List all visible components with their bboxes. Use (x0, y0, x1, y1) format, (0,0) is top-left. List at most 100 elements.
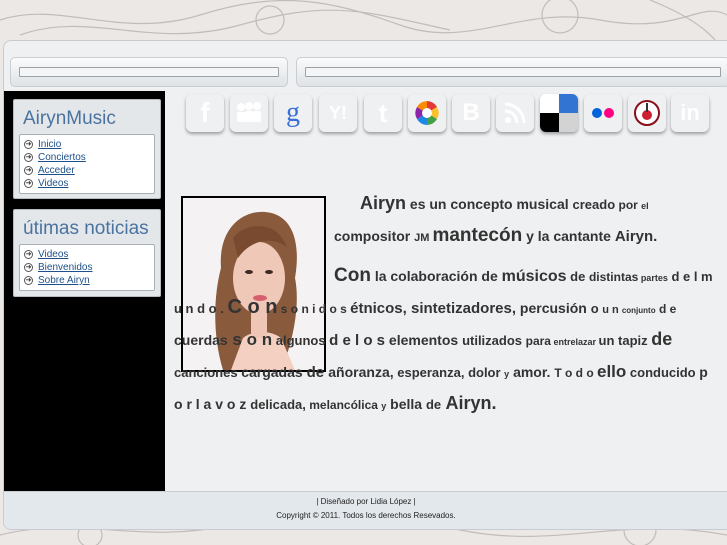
menu-item-inicio[interactable]: ➜ Inicio (24, 138, 154, 151)
news-item-videos[interactable]: ➜ Videos (24, 248, 154, 261)
bio-word: o (590, 301, 603, 316)
footer: | Diseñado por Lidia López | Copyright ©… (4, 491, 727, 529)
bio-word: la colaboración de (370, 268, 502, 284)
picasa-icon[interactable] (408, 94, 446, 132)
news-item-bienvenidos[interactable]: ➜ Bienvenidos (24, 261, 154, 274)
bio-word: elementos (385, 332, 463, 348)
bio-word: de (566, 269, 589, 284)
bio-word: canciones (174, 365, 242, 380)
bio-word: s o n (227, 330, 273, 349)
bio-paragraph-1: Airyn es un concepto musical creado por … (174, 189, 719, 253)
bio-word: d e l o s (329, 332, 386, 349)
bio-word: por (615, 198, 642, 212)
bio-word: el (641, 201, 649, 211)
bio-word: Con (334, 265, 371, 286)
news-title: útimas noticias (23, 218, 149, 239)
arrow-icon: ➜ (24, 140, 33, 149)
bio-word: bella (386, 396, 426, 412)
bio-word: dolor (464, 365, 505, 380)
menu-link[interactable]: Acceder (38, 165, 75, 176)
arrow-icon: ➜ (24, 166, 33, 175)
news-link[interactable]: Videos (38, 249, 68, 260)
bio-word: cuerdas (174, 332, 228, 348)
bio-paragraph-2: Con la colaboración de músicos de distin… (174, 261, 719, 421)
bio-word: ello (596, 362, 627, 381)
sidebar: AirynMusic ➜ Inicio ➜ Conciertos ➜ Acceder … (4, 91, 165, 491)
linkedin-icon[interactable]: in (671, 94, 709, 132)
bio-word: sintetizadores, (406, 300, 517, 317)
arrow-icon: ➜ (24, 276, 33, 285)
bio-word: para (525, 334, 551, 348)
menu-link[interactable]: Inicio (38, 139, 61, 150)
bio-word: cargadas (241, 364, 307, 380)
arrow-icon: ➜ (24, 263, 33, 272)
blogger-icon[interactable]: B (452, 94, 490, 132)
news-link[interactable]: Sobre Airyn (38, 275, 90, 286)
twitter-icon[interactable]: t (364, 94, 402, 132)
bio-word: distintas (588, 270, 639, 284)
bio-word: s o n i d o s (277, 302, 351, 316)
menu-link[interactable]: Videos (38, 178, 68, 189)
bio-word: melancólica (305, 398, 382, 412)
bio-word: d e (655, 302, 677, 316)
facebook-icon[interactable]: f (186, 94, 224, 132)
flickr-icon[interactable] (584, 94, 622, 132)
arrow-icon: ➜ (24, 153, 33, 162)
bio-word: de (306, 364, 329, 381)
news-menu: ➜ Videos ➜ Bienvenidos ➜ Sobre Airyn (19, 244, 155, 291)
copyright: Copyright © 2011. Todos los derechos Res… (276, 511, 456, 520)
main-menu: ➜ Inicio ➜ Conciertos ➜ Acceder ➜ Videos (19, 134, 155, 194)
bio-word: u n (602, 304, 622, 316)
rss-icon[interactable] (496, 94, 534, 132)
arrow-icon: ➜ (24, 179, 33, 188)
bio-word: tapiz (618, 333, 652, 348)
main-menu-box: AirynMusic ➜ Inicio ➜ Conciertos ➜ Acceder … (13, 99, 161, 199)
bio-word: Airyn (360, 193, 407, 213)
bio-word: conducido (626, 365, 700, 380)
delicious-icon[interactable] (540, 94, 578, 132)
bio-text: Airyn es un concepto musical creado por … (174, 189, 719, 421)
bio-word: Airyn. (614, 228, 658, 245)
arrow-icon: ➜ (24, 250, 33, 259)
bio-word: amor. (509, 364, 555, 380)
menu-link[interactable]: Conciertos (38, 152, 86, 163)
bio-word: Airyn. (441, 393, 497, 413)
bio-word: T o d o (554, 366, 597, 380)
bio-word: de (425, 397, 442, 412)
news-link[interactable]: Bienvenidos (38, 262, 92, 273)
bio-word: entrelazar (550, 337, 599, 347)
bio-word: étnicos, (350, 300, 407, 317)
designer-credit: | Diseñado por Lidia López | (316, 497, 416, 506)
lastfm-icon[interactable] (628, 94, 666, 132)
bio-word: partes (638, 273, 668, 283)
news-box: útimas noticias ➜ Videos ➜ Bienvenidos ➜ So… (13, 209, 161, 297)
bio-word: mantecón (432, 225, 523, 246)
bio-word: algunos (272, 333, 330, 348)
bio-word: percusión (516, 300, 591, 316)
top-bar-left (10, 57, 288, 87)
bio-word: compositor (334, 228, 415, 244)
bio-word: añoranza, (328, 364, 394, 380)
myspace-icon[interactable] (230, 94, 268, 132)
bio-word: utilizados (462, 333, 526, 348)
menu-item-acceder[interactable]: ➜ Acceder (24, 164, 154, 177)
top-bar-right (296, 57, 727, 87)
page-frame: AirynMusic ➜ Inicio ➜ Conciertos ➜ Acceder … (3, 40, 727, 530)
site-title: AirynMusic (23, 108, 116, 129)
bio-word: es un concepto musical (406, 196, 573, 212)
bio-word: delicada, (250, 397, 306, 412)
bio-word: C o n (227, 296, 278, 318)
bio-word: esperanza, (393, 365, 465, 380)
bio-word: JM (414, 232, 433, 244)
bio-word: músicos (501, 268, 567, 285)
bio-word: un (598, 333, 619, 348)
bio-word: y la cantante (522, 228, 615, 244)
menu-item-videos[interactable]: ➜ Videos (24, 177, 154, 190)
bio-word: creado (572, 197, 616, 212)
bio-word: conjunto (621, 306, 656, 315)
yahoo-icon[interactable]: Y! (319, 94, 357, 132)
news-item-sobre-airyn[interactable]: ➜ Sobre Airyn (24, 274, 154, 287)
menu-item-conciertos[interactable]: ➜ Conciertos (24, 151, 154, 164)
bio-word: de (651, 329, 673, 349)
google-icon[interactable]: g (274, 94, 312, 132)
